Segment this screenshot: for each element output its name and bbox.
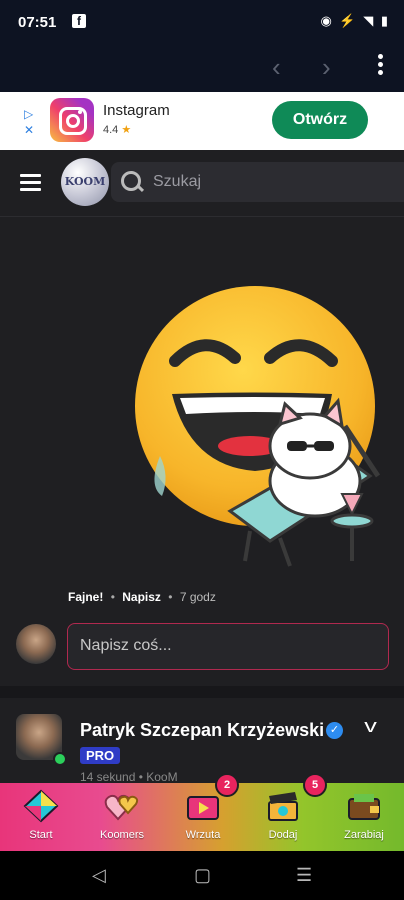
pro-badge: PRO <box>80 747 121 764</box>
video-icon <box>187 796 219 820</box>
post-meta: 14 sekund • KooM <box>80 770 178 784</box>
ad-info-icon[interactable]: ▷ ✕ <box>24 106 34 138</box>
post-time: 7 godz <box>179 590 216 604</box>
status-time: 07:51 <box>18 14 57 31</box>
comment-input[interactable]: Napisz coś... <box>67 623 389 670</box>
menu-icon[interactable] <box>20 174 41 195</box>
comment-placeholder: Napisz coś... <box>80 637 172 654</box>
hearts-icon <box>104 794 139 821</box>
like-link[interactable]: Fajne! <box>68 590 103 604</box>
back-icon[interactable]: ◁ <box>92 865 106 886</box>
ad-rating: 4.4 ★ <box>103 124 132 136</box>
search-icon <box>121 171 141 191</box>
chevron-left-icon[interactable]: ‹ <box>272 52 281 83</box>
open-button[interactable]: Otwórz <box>272 101 368 139</box>
nav-label: Koomers <box>99 829 145 841</box>
nav-label: Wrzuta <box>185 829 221 841</box>
status-bar: 07:51 f ◉ ⚡ ◥ ▮ <box>0 0 404 46</box>
post-actions: Fajne! • Napisz • 7 godz <box>68 590 216 604</box>
clapperboard-icon <box>268 792 298 821</box>
verified-icon: ✓ <box>326 722 343 739</box>
nav-item-koomers[interactable]: Koomers <box>82 783 162 851</box>
nav-item-dodaj[interactable]: 5 Dodaj <box>243 773 327 851</box>
reply-link[interactable]: Napisz <box>122 590 161 604</box>
app-header: KOOM Szukaj <box>0 150 404 217</box>
notification-badge: 2 <box>215 773 239 797</box>
wallet-icon <box>348 794 380 820</box>
bottom-nav: Start Koomers 2 Wrzuta 5 Dodaj Zarabiaj <box>0 773 404 851</box>
ad-app-name: Instagram <box>103 102 170 119</box>
system-nav: ◁ ▢ ☰ <box>0 851 404 900</box>
instagram-icon <box>50 98 94 142</box>
search-input[interactable]: Szukaj <box>111 162 404 202</box>
recents-icon[interactable]: ☰ <box>296 865 312 886</box>
more-vertical-icon[interactable] <box>378 54 384 78</box>
facebook-icon: f <box>72 14 86 28</box>
star-icon: ★ <box>121 124 132 136</box>
ad-banner[interactable]: ▷ ✕ Instagram 4.4 ★ Otwórz <box>0 92 404 150</box>
browser-toolbar: ‹ › <box>0 46 404 92</box>
avatar[interactable] <box>16 624 56 664</box>
status-icons: ◉ ⚡ ◥ ▮ <box>320 13 390 28</box>
chevron-down-icon[interactable]: v <box>364 716 377 737</box>
chevron-right-icon[interactable]: › <box>322 52 331 83</box>
nav-item-zarabiaj[interactable]: Zarabiaj <box>324 783 404 851</box>
home-icon[interactable]: ▢ <box>194 865 211 886</box>
divider <box>0 686 404 698</box>
diamond-icon <box>23 789 59 823</box>
online-indicator <box>53 752 67 766</box>
author-name[interactable]: Patryk Szczepan Krzyżewski <box>80 720 324 741</box>
search-placeholder: Szukaj <box>153 173 202 190</box>
nav-item-wrzuta[interactable]: 2 Wrzuta <box>163 773 243 851</box>
koom-logo[interactable]: KOOM <box>61 158 109 206</box>
nav-label: Start <box>29 829 53 841</box>
nav-label: Dodaj <box>268 829 298 841</box>
laughing-emoji-sticker <box>135 286 380 567</box>
nav-item-start[interactable]: Start <box>1 783 81 851</box>
nav-label: Zarabiaj <box>344 829 384 841</box>
